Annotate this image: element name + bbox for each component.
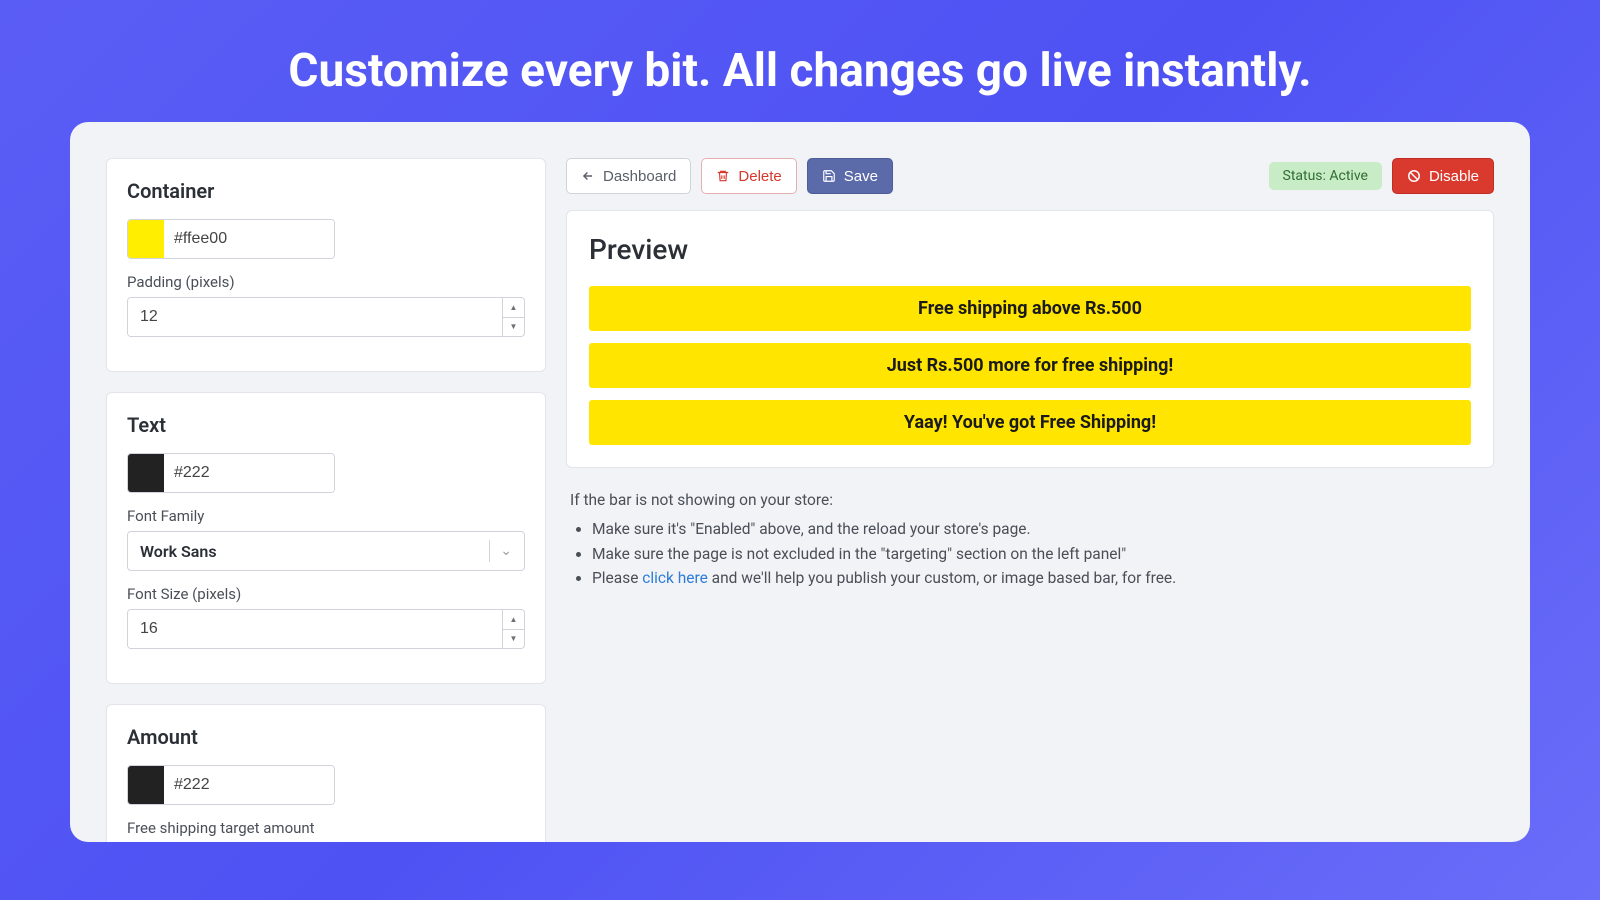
target-amount-label: Free shipping target amount [127,819,525,837]
arrow-left-icon [581,169,595,183]
dashboard-button[interactable]: Dashboard [566,158,691,194]
container-section-title: Container [127,179,525,203]
font-size-stepper[interactable]: ▲ ▼ [502,610,524,648]
settings-panel: Container Padding (pixels) ▲ ▼ Text Font [106,158,546,842]
amount-color-swatch[interactable] [128,766,164,804]
select-divider [489,540,490,562]
amount-card: Amount Free shipping target amount [106,704,546,842]
preview-title: Preview [589,233,1471,266]
text-card: Text Font Family Work Sans ⌄ Font Size (… [106,392,546,684]
font-family-select[interactable]: Work Sans ⌄ [127,531,525,571]
padding-label: Padding (pixels) [127,273,525,291]
help-item: Please click here and we'll help you pub… [592,566,1490,591]
help-item: Make sure it's "Enabled" above, and the … [592,517,1490,542]
help-item-text: Please [592,569,642,587]
save-icon [822,169,836,183]
disable-label: Disable [1429,168,1479,185]
font-size-input-wrap[interactable]: ▲ ▼ [127,609,525,649]
text-color-swatch[interactable] [128,454,164,492]
font-family-label: Font Family [127,507,525,525]
text-section-title: Text [127,413,525,437]
amount-section-title: Amount [127,725,525,749]
chevron-down-icon[interactable]: ▼ [503,630,524,649]
container-color-swatch[interactable] [128,220,164,258]
preview-bar: Yaay! You've got Free Shipping! [589,400,1471,445]
text-color-input[interactable] [127,453,335,493]
delete-button[interactable]: Delete [701,158,796,194]
main-panel: Dashboard Delete Save Status: Active [566,158,1494,842]
hero-title: Customize every bit. All changes go live… [0,0,1600,122]
padding-stepper[interactable]: ▲ ▼ [502,298,524,336]
container-card: Container Padding (pixels) ▲ ▼ [106,158,546,372]
preview-card: Preview Free shipping above Rs.500 Just … [566,210,1494,468]
amount-color-value[interactable] [164,766,335,804]
app-window: Container Padding (pixels) ▲ ▼ Text Font [70,122,1530,842]
chevron-down-icon[interactable]: ▼ [503,318,524,337]
chevron-down-icon: ⌄ [500,543,512,559]
prohibit-icon [1407,169,1421,183]
status-badge: Status: Active [1269,162,1382,190]
font-family-value: Work Sans [140,542,479,561]
container-color-input[interactable] [127,219,335,259]
font-size-input[interactable] [128,610,502,648]
trash-icon [716,169,730,183]
dashboard-label: Dashboard [603,168,676,185]
font-size-label: Font Size (pixels) [127,585,525,603]
padding-input-wrap[interactable]: ▲ ▼ [127,297,525,337]
chevron-up-icon[interactable]: ▲ [503,298,524,318]
container-color-value[interactable] [164,220,335,258]
preview-bar: Free shipping above Rs.500 [589,286,1471,331]
save-button[interactable]: Save [807,158,893,194]
toolbar: Dashboard Delete Save Status: Active [566,158,1494,194]
amount-color-input[interactable] [127,765,335,805]
text-color-value[interactable] [164,454,335,492]
chevron-up-icon[interactable]: ▲ [503,610,524,630]
help-intro: If the bar is not showing on your store: [570,488,1490,513]
preview-bar: Just Rs.500 more for free shipping! [589,343,1471,388]
help-item-text: and we'll help you publish your custom, … [708,569,1176,587]
disable-button[interactable]: Disable [1392,158,1494,194]
help-item: Make sure the page is not excluded in th… [592,542,1490,567]
help-text: If the bar is not showing on your store:… [566,484,1494,591]
save-label: Save [844,168,878,185]
click-here-link[interactable]: click here [642,569,708,587]
padding-input[interactable] [128,298,502,336]
delete-label: Delete [738,168,781,185]
